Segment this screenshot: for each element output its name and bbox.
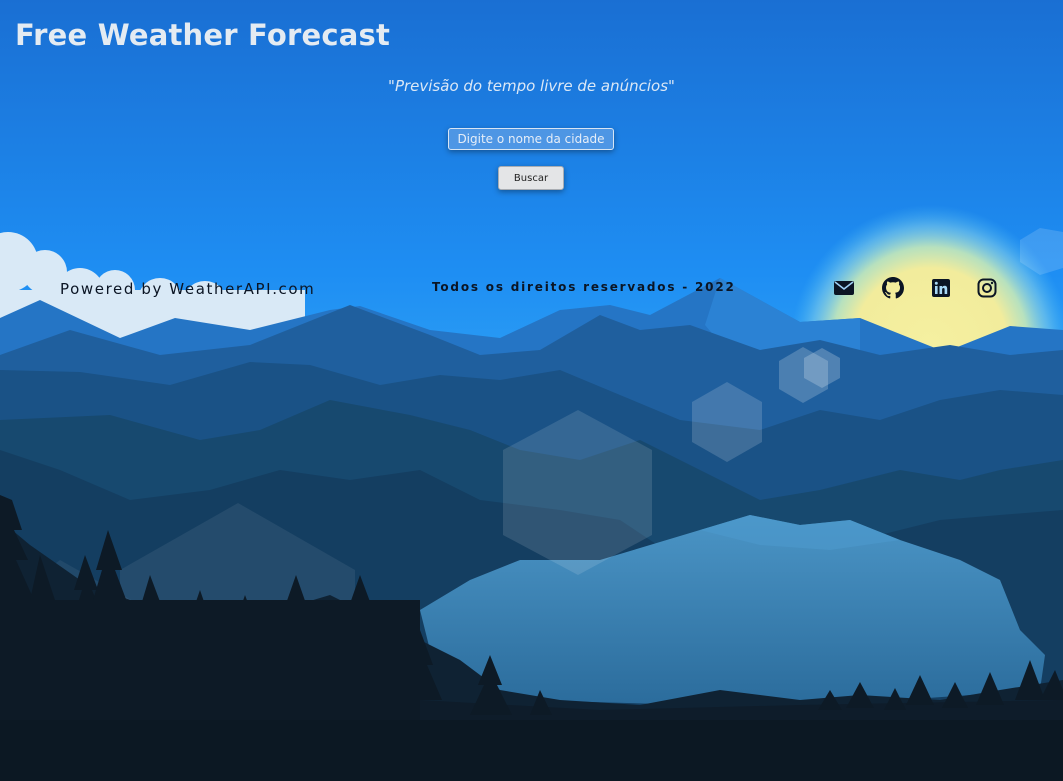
linkedin-link[interactable] xyxy=(930,277,952,299)
envelope-icon xyxy=(834,281,854,295)
page-title: Free Weather Forecast xyxy=(15,18,391,52)
powered-by-text: Powered by WeatherAPI.com xyxy=(60,280,316,298)
linkedin-icon xyxy=(932,279,950,297)
city-search-input[interactable] xyxy=(448,128,614,150)
instagram-icon xyxy=(977,278,997,298)
search-button[interactable]: Buscar xyxy=(498,166,564,190)
github-link[interactable] xyxy=(882,277,904,299)
github-icon xyxy=(882,277,904,299)
background-landscape xyxy=(0,0,1063,781)
email-link[interactable] xyxy=(833,277,855,299)
tagline: "Previsão do tempo livre de anúncios" xyxy=(388,77,675,95)
instagram-link[interactable] xyxy=(976,277,998,299)
copyright-text: Todos os direitos reservados - 2022 xyxy=(432,280,736,294)
